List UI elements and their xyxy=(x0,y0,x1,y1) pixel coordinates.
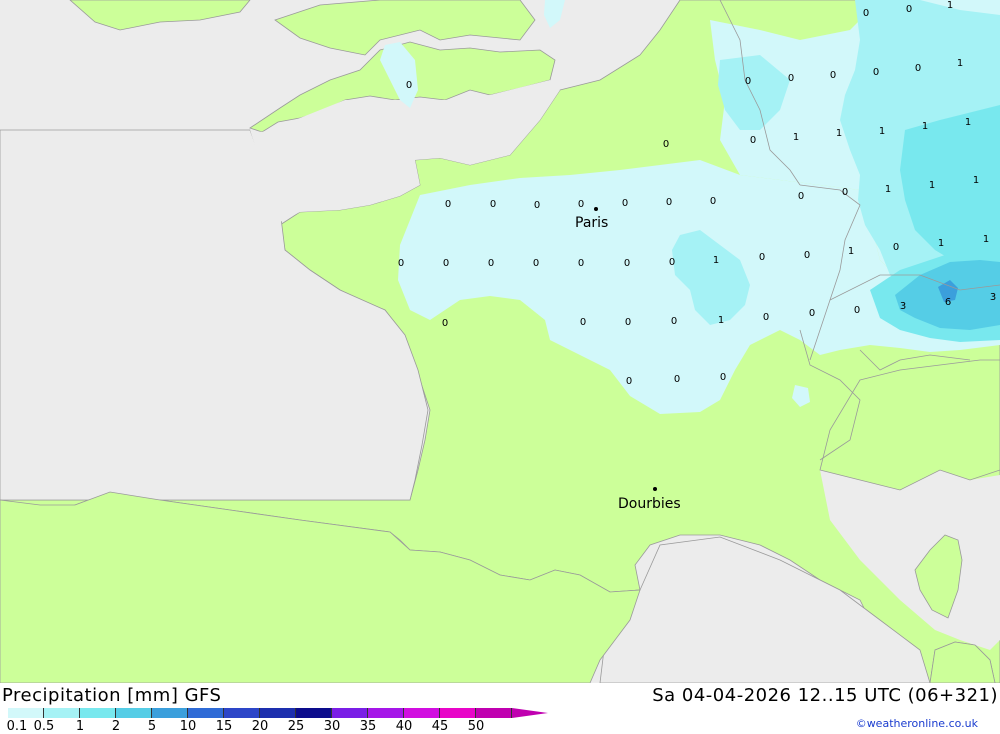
grid-value: 0 xyxy=(873,67,879,78)
grid-value: 3 xyxy=(900,301,906,312)
grid-value: 0 xyxy=(445,199,451,210)
grid-value: 1 xyxy=(929,180,935,191)
legend-swatch xyxy=(80,708,116,718)
grid-value: 0 xyxy=(533,258,539,269)
grid-value: 1 xyxy=(836,128,842,139)
legend-label: 2 xyxy=(111,719,121,734)
grid-value: 0 xyxy=(830,70,836,81)
legend-swatch xyxy=(116,708,152,718)
grid-value: 1 xyxy=(973,175,979,186)
legend-label: 40 xyxy=(395,719,413,734)
grid-value: 1 xyxy=(965,117,971,128)
grid-value: 1 xyxy=(879,126,885,137)
legend-swatch xyxy=(188,708,224,718)
legend-label: 45 xyxy=(431,719,449,734)
legend-label: 25 xyxy=(287,719,305,734)
legend-arrow xyxy=(512,708,548,718)
grid-value: 0 xyxy=(750,135,756,146)
grid-value: 1 xyxy=(713,255,719,266)
footer: Precipitation [mm] GFS Sa 04-04-2026 12.… xyxy=(0,683,1000,734)
credit-link[interactable]: ©weatheronline.co.uk xyxy=(856,717,978,730)
grid-value: 0 xyxy=(663,139,669,150)
grid-value: 0 xyxy=(625,317,631,328)
legend-label: 30 xyxy=(323,719,341,734)
grid-value: 0 xyxy=(669,257,675,268)
legend-swatch xyxy=(440,708,476,718)
city-label: Dourbies xyxy=(618,496,681,512)
city-label: Paris xyxy=(575,215,608,231)
grid-value: 0 xyxy=(624,258,630,269)
grid-value: 1 xyxy=(947,0,953,11)
legend-label: 1 xyxy=(75,719,85,734)
grid-value: 1 xyxy=(922,121,928,132)
color-legend xyxy=(8,708,548,718)
grid-value: 1 xyxy=(938,238,944,249)
legend-swatch xyxy=(476,708,512,718)
grid-value: 0 xyxy=(906,4,912,15)
grid-value: 0 xyxy=(710,196,716,207)
grid-value: 1 xyxy=(957,58,963,69)
legend-swatch xyxy=(44,708,80,718)
valid-time: Sa 04-04-2026 12..15 UTC (06+321) xyxy=(652,685,998,706)
grid-value: 0 xyxy=(863,8,869,19)
legend-label: 20 xyxy=(251,719,269,734)
legend-swatch xyxy=(8,708,44,718)
grid-value: 0 xyxy=(798,191,804,202)
grid-value: 0 xyxy=(534,200,540,211)
legend-label: 35 xyxy=(359,719,377,734)
grid-value: 0 xyxy=(580,317,586,328)
grid-value: 0 xyxy=(915,63,921,74)
grid-value: 1 xyxy=(885,184,891,195)
grid-value: 0 xyxy=(398,258,404,269)
grid-value: 0 xyxy=(720,372,726,383)
grid-value: 1 xyxy=(983,234,989,245)
legend-label: 5 xyxy=(147,719,157,734)
grid-value: 0 xyxy=(854,305,860,316)
grid-value: 0 xyxy=(490,199,496,210)
city-dot xyxy=(594,207,598,211)
grid-value: 1 xyxy=(718,315,724,326)
grid-value: 0 xyxy=(804,250,810,261)
map-title: Precipitation [mm] GFS xyxy=(2,685,222,706)
grid-value: 0 xyxy=(809,308,815,319)
precipitation-map: 0 0 1 0 0 0 0 0 0 1 0 0 1 1 1 1 1 0 0 0 0 0 0 0 0 0 1 1 1 0 0 0 0 0 0 0 1 0 0 1… xyxy=(0,0,1000,683)
grid-value: 0 xyxy=(788,73,794,84)
grid-value: 0 xyxy=(488,258,494,269)
legend-swatch xyxy=(332,708,368,718)
grid-value: 0 xyxy=(674,374,680,385)
grid-value: 0 xyxy=(842,187,848,198)
legend-swatch xyxy=(152,708,188,718)
legend-swatch xyxy=(260,708,296,718)
legend-labels: 0.1 0.5 1 2 5 10 15 20 25 30 35 40 45 50 xyxy=(0,719,530,734)
grid-value: 1 xyxy=(793,132,799,143)
grid-value: 0 xyxy=(763,312,769,323)
legend-label: 50 xyxy=(467,719,485,734)
legend-swatch xyxy=(368,708,404,718)
grid-value: 0 xyxy=(666,197,672,208)
city-dot xyxy=(653,487,657,491)
grid-value: 0 xyxy=(622,198,628,209)
grid-value: 0 xyxy=(578,199,584,210)
legend-swatch xyxy=(404,708,440,718)
grid-value: 0 xyxy=(578,258,584,269)
grid-value: 0 xyxy=(442,318,448,329)
grid-value: 0 xyxy=(745,76,751,87)
grid-value: 0 xyxy=(671,316,677,327)
grid-value: 0 xyxy=(406,80,412,91)
grid-value: 0 xyxy=(759,252,765,263)
grid-value: 6 xyxy=(945,297,951,308)
grid-value: 0 xyxy=(626,376,632,387)
grid-value: 3 xyxy=(990,292,996,303)
grid-value: 0 xyxy=(893,242,899,253)
legend-label: 0.1 xyxy=(6,719,28,734)
grid-value: 0 xyxy=(443,258,449,269)
legend-label: 15 xyxy=(215,719,233,734)
legend-label: 10 xyxy=(179,719,197,734)
grid-value: 1 xyxy=(848,246,854,257)
legend-label: 0.5 xyxy=(33,719,55,734)
legend-swatch xyxy=(296,708,332,718)
legend-swatch xyxy=(224,708,260,718)
